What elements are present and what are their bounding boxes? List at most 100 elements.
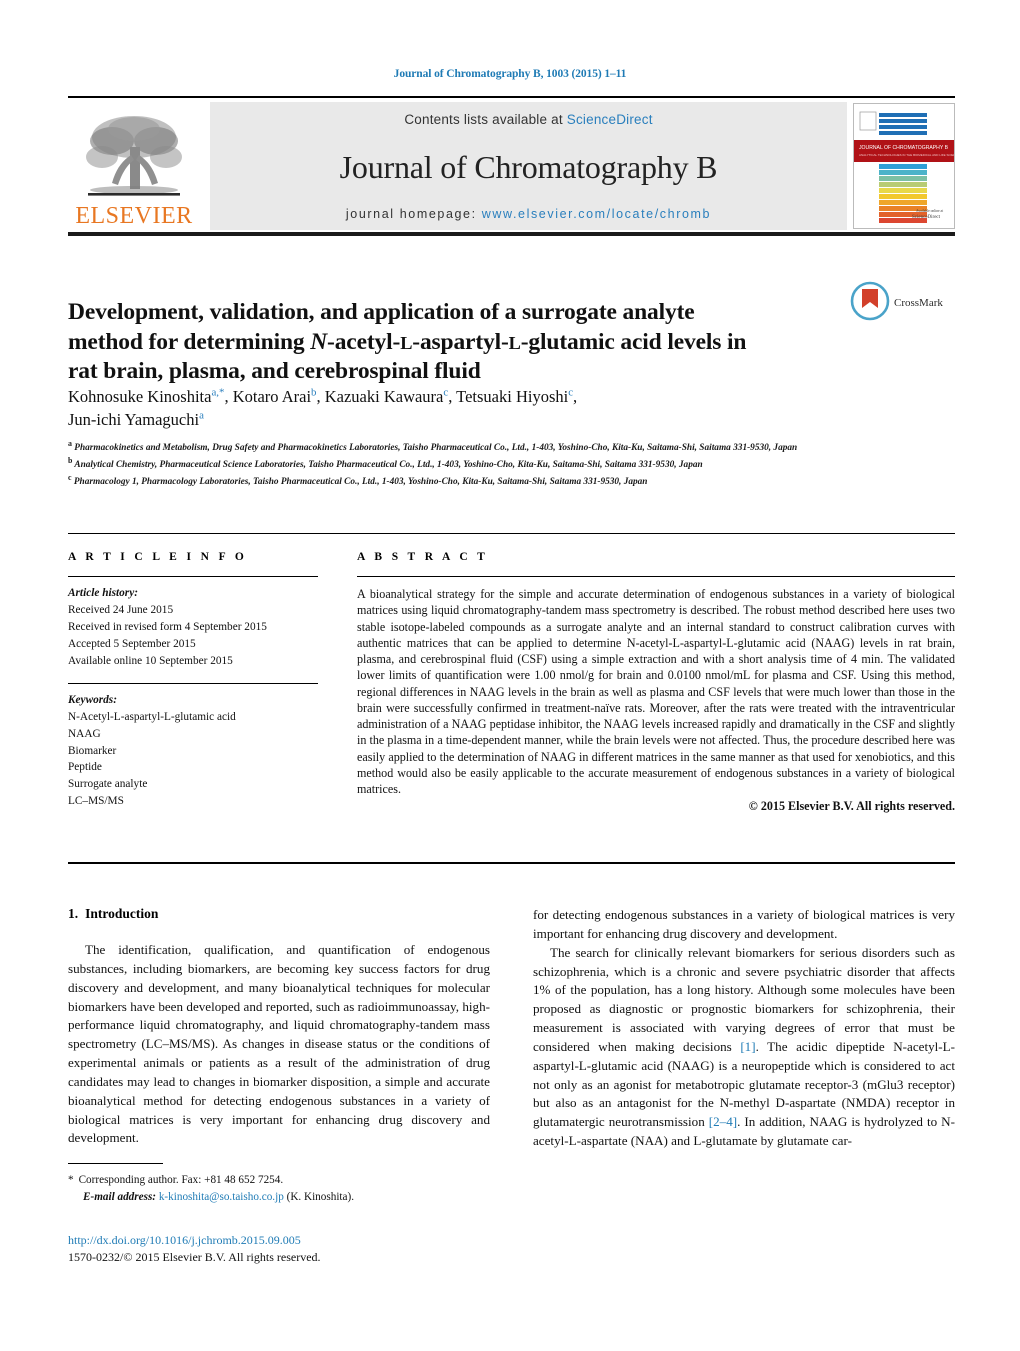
journal-masthead: ELSEVIER Contents lists available at Sci… bbox=[68, 96, 955, 230]
section-title: Introduction bbox=[85, 906, 159, 921]
article-history-label: Article history: bbox=[68, 587, 138, 599]
article-info-rule bbox=[68, 576, 318, 577]
author-mark[interactable]: c bbox=[443, 387, 448, 399]
title-line-2-part-c: -aspartyl- bbox=[412, 328, 509, 355]
intro-paragraph-1-continued: for detecting endogenous substances in a… bbox=[533, 906, 955, 944]
contents-prefix: Contents lists available at bbox=[404, 112, 567, 127]
author-name: Kohnosuke Kinoshita bbox=[68, 387, 212, 406]
history-item: Received in revised form 4 September 201… bbox=[68, 620, 267, 633]
journal-homepage-line: journal homepage: www.elsevier.com/locat… bbox=[346, 207, 711, 221]
crossmark-label: CrossMark bbox=[894, 297, 943, 309]
author-name: Kazuaki Kawaura bbox=[324, 387, 444, 406]
affiliation-text: Pharmacokinetics and Metabolism, Drug Sa… bbox=[74, 443, 798, 454]
affiliation-item: b Analytical Chemistry, Pharmaceutical S… bbox=[68, 455, 948, 472]
author-mark[interactable]: a,* bbox=[211, 387, 224, 399]
abstract-text: A bioanalytical strategy for the simple … bbox=[357, 587, 955, 797]
crossmark-icon bbox=[850, 281, 890, 326]
affiliation-text: Analytical Chemistry, Pharmaceutical Sci… bbox=[74, 460, 703, 471]
body-column-right: for detecting endogenous substances in a… bbox=[533, 906, 955, 1151]
section-number: 1. bbox=[68, 906, 79, 921]
history-item: Available online 10 September 2015 bbox=[68, 654, 233, 667]
journal-homepage-link[interactable]: www.elsevier.com/locate/chromb bbox=[482, 207, 711, 221]
affiliation-mark: c bbox=[68, 473, 72, 483]
keyword-item: N-Acetyl-L-aspartyl-L-glutamic acid bbox=[68, 710, 236, 723]
history-item: Accepted 5 September 2015 bbox=[68, 637, 196, 650]
footnote-line-2: E-mail address: k-kinoshita@so.taisho.co… bbox=[68, 1189, 490, 1206]
keyword-item: NAAG bbox=[68, 727, 101, 740]
abstract-rule bbox=[357, 576, 955, 577]
journal-cover-thumbnail: JOURNAL OF CHROMATOGRAPHY B ANALYTICAL T… bbox=[853, 103, 955, 229]
elsevier-logo: ELSEVIER bbox=[68, 102, 200, 230]
footnote-line-1: * Corresponding author. Fax: +81 48 652 7… bbox=[68, 1172, 490, 1189]
author-mark[interactable]: b bbox=[311, 387, 316, 399]
svg-text:ScienceDirect: ScienceDirect bbox=[912, 215, 941, 220]
citation-ref-2-4[interactable]: [2–4] bbox=[709, 1114, 737, 1129]
crossmark-badge[interactable]: CrossMark bbox=[850, 281, 958, 325]
abstract-heading: A B S T R A C T bbox=[357, 551, 489, 563]
email-label: E-mail address: bbox=[83, 1190, 157, 1203]
email-suffix: (K. Kinoshita). bbox=[286, 1190, 355, 1203]
keywords-block: Keywords: N-Acetyl-L-aspartyl-L-glutamic… bbox=[68, 692, 318, 811]
homepage-prefix: journal homepage: bbox=[345, 207, 482, 221]
footnote-rule bbox=[68, 1163, 163, 1164]
title-smallcap-L2: L bbox=[508, 332, 521, 353]
page-title: Development, validation, and application… bbox=[68, 298, 838, 388]
keyword-item: LC–MS/MS bbox=[68, 795, 124, 808]
contents-line: Contents lists available at ScienceDirec… bbox=[404, 112, 652, 127]
sciencedirect-link[interactable]: ScienceDirect bbox=[567, 112, 653, 127]
author-name: Tetsuaki Hiyoshi bbox=[456, 387, 569, 406]
article-history: Article history: Received 24 June 2015 R… bbox=[68, 585, 318, 670]
body-column-left: 1. Introduction The identification, quali… bbox=[68, 906, 490, 1148]
author-mark[interactable]: c bbox=[568, 387, 573, 399]
title-line-2-part-d: -glutamic acid levels in bbox=[520, 328, 747, 355]
article-info-block: A R T I C L E I N F O Article history: R… bbox=[68, 551, 318, 810]
footnote-text: * Corresponding author. Fax: +81 48 652 7… bbox=[68, 1172, 490, 1206]
doi-block: http://dx.doi.org/10.1016/j.jchromb.2015… bbox=[68, 1232, 528, 1266]
affiliation-mark: b bbox=[68, 456, 73, 466]
intro-para1-tail: for detecting endogenous substances in a… bbox=[533, 907, 955, 941]
title-smallcap-L1: L bbox=[400, 332, 413, 353]
abstract-copyright: © 2015 Elsevier B.V. All rights reserved… bbox=[748, 799, 955, 814]
citation-ref-1[interactable]: [1] bbox=[740, 1039, 755, 1054]
elsevier-wordmark: ELSEVIER bbox=[75, 203, 193, 229]
intro-paragraph-1: The identification, qualification, and q… bbox=[68, 942, 490, 1146]
title-italic-N: N bbox=[310, 328, 328, 355]
keyword-item: Peptide bbox=[68, 761, 102, 774]
keywords-label: Keywords: bbox=[68, 693, 117, 706]
author-mark[interactable]: a bbox=[199, 410, 204, 422]
info-section-top-rule bbox=[68, 533, 955, 534]
affiliation-mark: a bbox=[68, 439, 72, 448]
svg-text:Available online at: Available online at bbox=[916, 209, 943, 213]
svg-text:JOURNAL OF CHROMATOGRAPHY B: JOURNAL OF CHROMATOGRAPHY B bbox=[859, 145, 949, 151]
affiliation-item: c Pharmacology 1, Pharmacology Laborator… bbox=[68, 472, 948, 489]
abstract-block: A B S T R A C T A bioanalytical strategy… bbox=[357, 551, 955, 814]
affiliation-text: Pharmacology 1, Pharmacology Laboratorie… bbox=[73, 477, 648, 488]
affiliation-list: a Pharmacokinetics and Metabolism, Drug … bbox=[68, 438, 948, 490]
title-line-1: Development, validation, and application… bbox=[68, 298, 695, 325]
title-line-2-part-b: -acetyl- bbox=[327, 328, 401, 355]
intro-para2-pre: The search for clinically relevant bioma… bbox=[533, 944, 955, 1054]
history-item: Received 24 June 2015 bbox=[68, 603, 174, 616]
elsevier-tree-icon bbox=[82, 111, 186, 203]
author-name: Jun-ichi Yamaguchi bbox=[68, 410, 200, 430]
abstract-bottom-rule bbox=[68, 862, 955, 864]
journal-title: Journal of Chromatography B bbox=[339, 149, 718, 185]
footnote-star: * bbox=[68, 1174, 74, 1186]
journal-band: Contents lists available at ScienceDirec… bbox=[210, 102, 847, 230]
keyword-item: Surrogate analyte bbox=[68, 778, 148, 791]
masthead-bottom-rule bbox=[68, 232, 955, 236]
author-list: Kohnosuke Kinoshitaa,*, Kotaro Araib, Ka… bbox=[68, 386, 578, 430]
title-line-3: rat brain, plasma, and cerebrospinal flu… bbox=[68, 358, 481, 385]
affiliation-item: a Pharmacokinetics and Metabolism, Drug … bbox=[68, 438, 948, 455]
keyword-item: Biomarker bbox=[68, 744, 117, 757]
email-link[interactable]: k-kinoshita@so.taisho.co.jp bbox=[159, 1191, 284, 1203]
title-line-2-part-a: method for determining bbox=[68, 328, 311, 355]
issn-copyright-line: 1570-0232/© 2015 Elsevier B.V. All right… bbox=[68, 1250, 321, 1265]
article-info-heading: A R T I C L E I N F O bbox=[68, 551, 248, 563]
intro-paragraph-2: The search for clinically relevant bioma… bbox=[533, 944, 955, 1151]
doi-link[interactable]: http://dx.doi.org/10.1016/j.jchromb.2015… bbox=[68, 1233, 301, 1247]
corresponding-author-footnote: * Corresponding author. Fax: +81 48 652 7… bbox=[68, 1163, 490, 1206]
running-head: Journal of Chromatography B, 1003 (2015)… bbox=[393, 68, 627, 80]
author-name: Kotaro Arai bbox=[232, 387, 312, 406]
keywords-rule bbox=[68, 682, 318, 684]
